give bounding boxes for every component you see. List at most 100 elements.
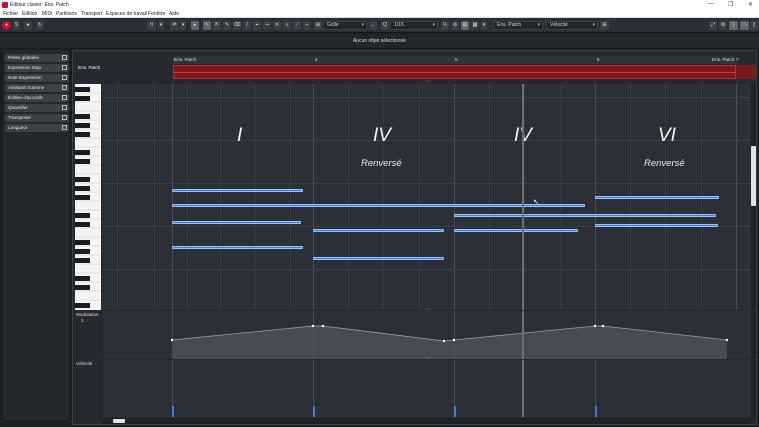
velocity-bar[interactable] xyxy=(454,406,456,417)
key-editor: Ens. Patch Ens. Patch 4 5 6 Ens. Patch 7… xyxy=(72,50,757,425)
left-zone-icon[interactable]: ▯ xyxy=(729,21,738,30)
controller-dropdown[interactable]: Vélocité ▾ xyxy=(546,21,598,30)
event-line xyxy=(174,72,735,73)
inspector-expression-map[interactable]: Expression Map xyxy=(5,64,69,72)
solo-icon[interactable]: S xyxy=(13,21,20,30)
maximize-icon[interactable]: ❐ xyxy=(728,1,733,8)
modulation-scrollbar[interactable] xyxy=(751,311,756,359)
color-icon[interactable]: ▦ xyxy=(471,21,479,30)
project-cursor[interactable] xyxy=(522,84,524,310)
split-tool-icon[interactable]: ⌖ xyxy=(253,21,261,30)
snap-toggle-icon[interactable]: ⊞ xyxy=(314,21,322,30)
grid-bar xyxy=(454,84,455,310)
right-zone-icon[interactable]: ▯ xyxy=(750,21,758,30)
chevron-down-icon[interactable]: ▾ xyxy=(180,21,186,30)
select-range-icon[interactable]: ⇱ xyxy=(213,21,221,30)
circle-icon[interactable]: ● xyxy=(24,21,32,30)
quantize-icon[interactable]: Q xyxy=(381,21,389,30)
app-icon xyxy=(2,2,8,8)
erase-tool-icon[interactable]: ⌫ xyxy=(233,21,241,30)
track-name: Ens. Patch xyxy=(78,65,101,70)
snap-icon[interactable]: ↔ xyxy=(369,21,377,30)
velocity-lane-label: Vélocité xyxy=(76,361,93,366)
midi-note[interactable] xyxy=(172,246,303,249)
route-icon[interactable]: ⇌ xyxy=(170,21,179,30)
velocity-bar[interactable] xyxy=(172,406,174,417)
record-icon[interactable]: ● xyxy=(2,21,11,30)
menu-transport[interactable]: Transport xyxy=(81,11,102,17)
piano-keyboard[interactable] xyxy=(75,84,101,310)
trim-tool-icon[interactable]: / xyxy=(243,21,251,30)
inspector-length[interactable]: Longueur xyxy=(5,124,69,132)
lock-icon[interactable]: ⊓ xyxy=(147,21,156,30)
midi-note[interactable] xyxy=(313,229,444,232)
modulation-lane-value: 1 xyxy=(81,318,84,323)
chevron-down-icon[interactable]: ▾ xyxy=(481,21,487,30)
menu-edition[interactable]: Édition xyxy=(22,11,37,17)
modulation-lane[interactable] xyxy=(103,311,751,359)
inspector-scale-assistant[interactable]: Assistant Gamme xyxy=(5,84,69,92)
event-display[interactable] xyxy=(173,65,736,79)
midi-note[interactable] xyxy=(172,189,303,192)
window-layout-icon[interactable]: ⤢ xyxy=(709,21,717,30)
mute-tool-icon[interactable]: ✕ xyxy=(273,21,281,30)
menu-fichier[interactable]: Fichier xyxy=(3,11,18,17)
vertical-scroll-thumb[interactable] xyxy=(751,146,756,206)
keyboard-icon[interactable]: ⊞ xyxy=(600,21,609,30)
note-grid[interactable]: I IV IV VI Renversé Renversé ↖ xyxy=(103,84,751,310)
fraction-icon[interactable]: ½ xyxy=(441,21,449,30)
midi-note[interactable] xyxy=(172,221,301,224)
close-icon[interactable]: ✕ xyxy=(748,1,753,8)
pointer-tool-icon[interactable]: ↖ xyxy=(203,21,211,30)
velocity-scrollbar[interactable] xyxy=(751,360,756,417)
settings-icon[interactable]: ⚙ xyxy=(719,21,727,30)
step-icon[interactable]: ⊘ xyxy=(451,21,459,30)
velocity-bar[interactable] xyxy=(595,406,597,417)
inspector-chord-editing[interactable]: Édition d'accords xyxy=(5,94,69,102)
inspector-transpose[interactable]: Transposer xyxy=(5,114,69,122)
loop-icon[interactable]: ↻ xyxy=(36,21,44,30)
chevron-down-icon: ▾ xyxy=(537,22,540,28)
display-icon[interactable]: ▤ xyxy=(461,21,469,30)
velocity-lane[interactable] xyxy=(103,360,751,417)
track-dropdown[interactable]: Ens. Patch ▾ xyxy=(493,21,543,30)
glue-tool-icon[interactable]: ⊸ xyxy=(263,21,271,30)
inspector-quantize[interactable]: Quantifier xyxy=(5,104,69,112)
follow-icon[interactable]: ▸ xyxy=(191,21,199,30)
ruler[interactable]: Ens. Patch 4 5 6 Ens. Patch 7 xyxy=(173,56,739,64)
lower-zone-icon[interactable]: ▭ xyxy=(740,21,749,30)
grid-beat xyxy=(220,84,221,310)
midi-note[interactable] xyxy=(595,196,719,199)
menu-espaces[interactable]: Espaces de travail xyxy=(106,11,147,17)
draw-tool-icon[interactable]: ✎ xyxy=(223,21,231,30)
velocity-bar[interactable] xyxy=(313,406,315,417)
play-tool-icon[interactable]: ⌁ xyxy=(303,21,311,30)
horizontal-scroll-thumb[interactable] xyxy=(113,419,125,423)
minimize-icon[interactable]: — xyxy=(708,1,714,7)
zoom-tool-icon[interactable]: ⌕ xyxy=(283,21,291,30)
modulation-lane-label: Modulation xyxy=(76,312,99,317)
menu-partitions[interactable]: Partitions xyxy=(56,11,77,17)
midi-note[interactable] xyxy=(595,224,718,227)
global-tracks-icon xyxy=(62,55,67,60)
menu-aide[interactable]: Aide xyxy=(169,11,179,17)
menu-fenetre[interactable]: Fenêtre xyxy=(148,11,165,17)
inspector-note-expression[interactable]: Note Expression xyxy=(5,74,69,82)
midi-note[interactable] xyxy=(454,229,578,232)
project-cursor-vel xyxy=(522,360,524,417)
transpose-icon xyxy=(62,115,67,120)
modulation-curve[interactable] xyxy=(103,311,751,359)
project-cursor-mod xyxy=(522,311,524,359)
vertical-scrollbar[interactable] xyxy=(751,84,756,310)
menu-midi[interactable]: MIDI xyxy=(42,11,53,17)
inspector-global-tracks[interactable]: Pistes globales xyxy=(5,54,69,62)
chevron-down-icon[interactable]: ▾ xyxy=(158,21,164,30)
line-tool-icon[interactable]: ⟋ xyxy=(293,21,301,30)
grid-beat xyxy=(117,84,118,310)
menu-bar: Fichier Édition MIDI Partitions Transpor… xyxy=(0,10,759,18)
snap-type-dropdown[interactable]: Grille ▾ xyxy=(323,21,367,30)
horizontal-scrollbar[interactable] xyxy=(103,418,751,424)
quantize-dropdown[interactable]: 1/16 ▾ xyxy=(390,21,438,30)
midi-note[interactable] xyxy=(313,257,444,260)
midi-note[interactable] xyxy=(454,214,716,217)
